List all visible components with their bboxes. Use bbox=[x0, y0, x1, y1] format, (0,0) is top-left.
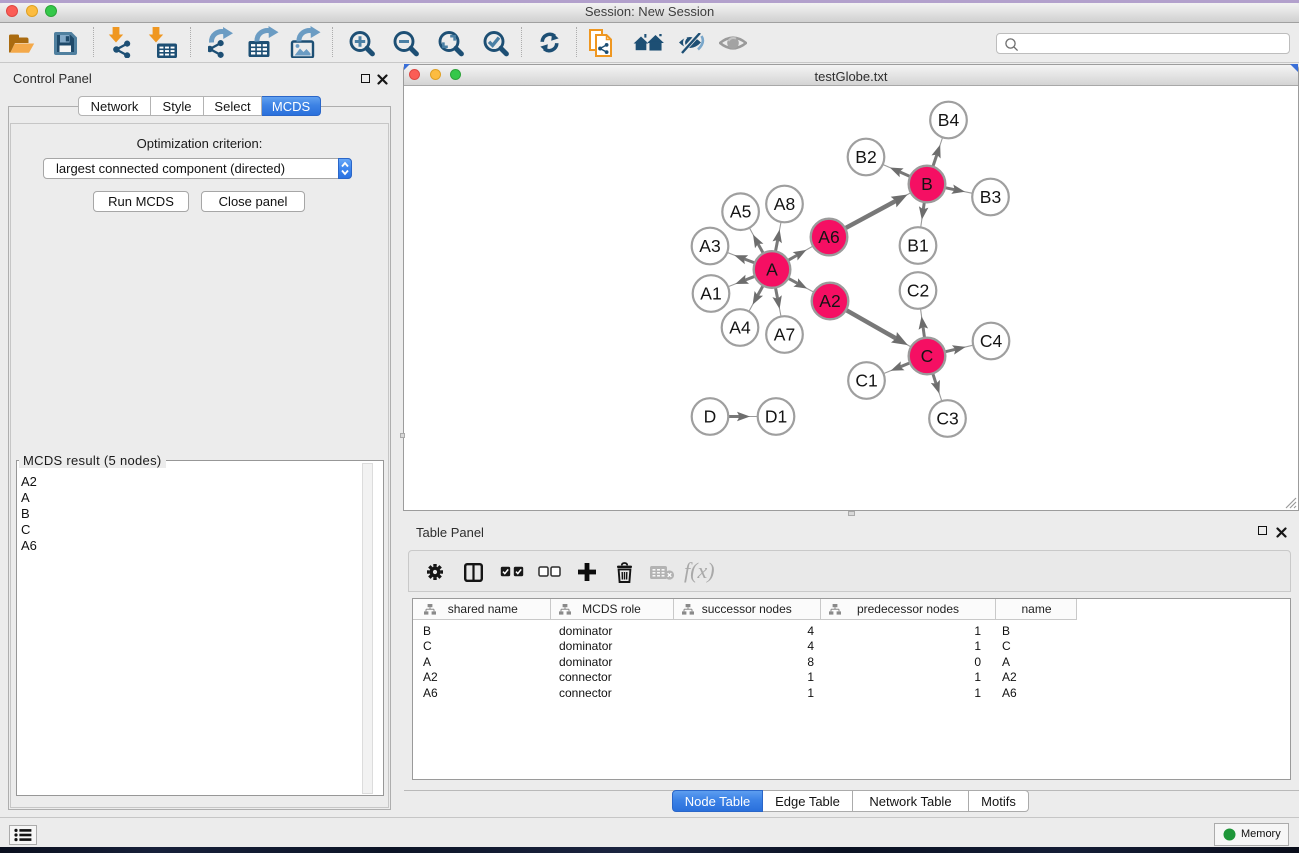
svg-text:B: B bbox=[921, 174, 933, 194]
svg-text:D1: D1 bbox=[765, 407, 787, 427]
svg-text:A5: A5 bbox=[730, 202, 751, 222]
svg-text:A: A bbox=[766, 260, 778, 280]
svg-text:A6: A6 bbox=[818, 227, 839, 247]
svg-text:C: C bbox=[921, 346, 934, 366]
svg-text:A1: A1 bbox=[700, 284, 721, 304]
svg-text:B4: B4 bbox=[938, 110, 960, 130]
svg-text:A8: A8 bbox=[774, 194, 795, 214]
svg-text:C2: C2 bbox=[907, 281, 929, 301]
svg-text:D: D bbox=[704, 407, 717, 427]
svg-text:C4: C4 bbox=[980, 331, 1003, 351]
svg-text:B2: B2 bbox=[855, 147, 876, 167]
svg-text:A7: A7 bbox=[774, 325, 795, 345]
svg-text:C3: C3 bbox=[936, 409, 958, 429]
svg-text:A3: A3 bbox=[699, 236, 720, 256]
svg-text:B3: B3 bbox=[980, 187, 1001, 207]
svg-text:C1: C1 bbox=[855, 371, 877, 391]
svg-text:A4: A4 bbox=[729, 318, 751, 338]
svg-text:B1: B1 bbox=[907, 236, 928, 256]
svg-text:A2: A2 bbox=[819, 291, 840, 311]
